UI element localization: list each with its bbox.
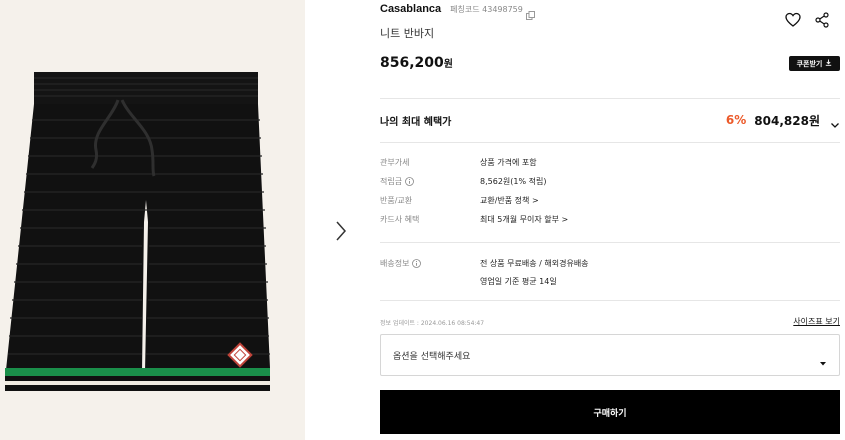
caret-down-icon [819, 352, 827, 366]
info-icon[interactable] [412, 258, 422, 268]
product-image-gallery [0, 0, 305, 440]
detail-label-wrap: 적립금 [380, 176, 480, 187]
detail-value: 8,562원(1% 적립) [480, 176, 547, 186]
shipping-row: 배송정보 전 상품 무료배송 / 해외경유배송 [380, 255, 840, 271]
coupon-button[interactable]: 쿠폰받기 [789, 56, 840, 71]
brand-row: Casablanca 페칭코드 43498759 [380, 2, 535, 20]
product-info-panel: Casablanca 페칭코드 43498759 니트 반바지 856,200원… [380, 0, 840, 440]
divider [380, 242, 840, 243]
product-image [5, 72, 270, 391]
detail-row-duty: 관부가세 상품 가격에 포함 [380, 154, 840, 170]
buy-button[interactable]: 구매하기 [380, 390, 840, 434]
detail-row-card: 카드사 혜택 최대 5개월 무이자 할부 > [380, 211, 840, 227]
detail-row-returns: 반품/교환 교환/반품 정책 > [380, 192, 840, 208]
top-actions [785, 12, 830, 28]
option-placeholder: 옵션을 선택해주세요 [393, 351, 471, 362]
price-value: 856,200 [380, 55, 444, 71]
product-code: 페칭코드 43498759 [450, 4, 523, 14]
shipping-line-1: 전 상품 무료배송 / 해외경유배송 [480, 258, 589, 268]
share-icon[interactable] [814, 12, 830, 28]
heart-icon[interactable] [785, 12, 801, 28]
info-icon[interactable] [405, 176, 414, 186]
brand-name[interactable]: Casablanca [380, 3, 441, 15]
coupon-label: 쿠폰받기 [796, 59, 823, 68]
product-price: 856,200원 [380, 55, 453, 71]
chevron-right-icon[interactable] [333, 219, 349, 243]
chevron-down-icon [830, 115, 840, 128]
update-timestamp: 정보 업데이트 : 2024.06.16 08:54:47 [380, 320, 485, 327]
divider [380, 98, 840, 99]
return-policy-link[interactable]: 교환/반품 정책 > [480, 195, 539, 206]
price-unit: 원 [443, 59, 453, 70]
divider [380, 300, 840, 301]
shipping-line-2: 영업일 기준 평균 14일 [480, 277, 557, 286]
detail-row-points: 적립금 8,562원(1% 적립) [380, 173, 840, 189]
benefit-discount: 6% [725, 113, 747, 127]
detail-value: 상품 가격에 포함 [480, 157, 537, 167]
download-icon [825, 59, 832, 68]
shipping-label: 배송정보 [380, 258, 410, 268]
benefit-price: 804,828원 [754, 113, 820, 128]
detail-label: 카드사 혜택 [380, 214, 420, 224]
size-chart-link[interactable]: 사이즈표 보기 [793, 316, 840, 327]
benefit-toggle[interactable]: 6% 804,828원 [726, 112, 840, 129]
detail-label: 반품/교환 [380, 195, 413, 205]
detail-label: 적립금 [380, 176, 403, 186]
max-benefit-row[interactable]: 나의 최대 혜택가 6% 804,828원 [380, 110, 840, 130]
benefit-label: 나의 최대 혜택가 [380, 116, 452, 128]
detail-label: 관부가세 [380, 157, 410, 167]
product-name: 니트 반바지 [380, 27, 435, 40]
option-select[interactable]: 옵션을 선택해주세요 [380, 334, 840, 376]
divider [380, 142, 840, 143]
card-benefit-link[interactable]: 최대 5개월 무이자 할부 > [480, 214, 568, 225]
copy-icon[interactable] [525, 5, 535, 20]
shipping-label-wrap: 배송정보 [380, 258, 480, 269]
